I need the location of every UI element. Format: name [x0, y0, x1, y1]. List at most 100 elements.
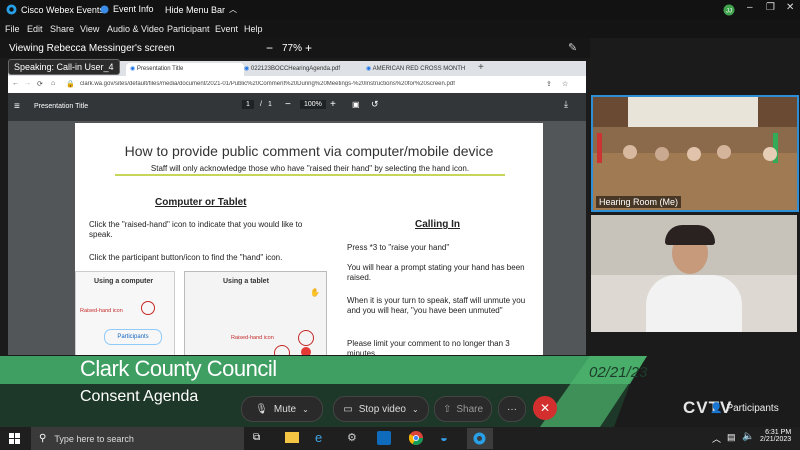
computer-screenshot: Using a computer Raised-hand icon Partic…: [75, 271, 175, 355]
right-instruction-1: Press *3 to "raise your hand": [347, 243, 450, 252]
slide-heading: How to provide public comment via comput…: [124, 143, 494, 159]
chrome-icon[interactable]: [409, 431, 423, 445]
raised-hand-label: Raised-hand icon: [80, 308, 123, 314]
webex-taskbar-icon: [473, 432, 486, 445]
avatar[interactable]: JJ: [723, 4, 735, 16]
outlook-icon[interactable]: [377, 431, 391, 445]
globe-icon: ◉: [130, 66, 136, 72]
browser-tab-agenda[interactable]: ◉ 022123BOCCHearingAgenda.pdf: [240, 63, 366, 76]
left-column-title: Computer or Tablet: [155, 197, 247, 208]
download-icon[interactable]: ⤓: [564, 99, 568, 110]
menu-bar: File Edit Share View Audio & Video Parti…: [0, 20, 800, 38]
event-info-button[interactable]: Event Info: [100, 4, 154, 14]
mute-button[interactable]: 🎙 Mute ⌄: [241, 396, 323, 422]
chevron-down-icon: ⌄: [302, 404, 309, 414]
menu-share[interactable]: Share: [50, 24, 74, 34]
edge-icon-2[interactable]: ◒: [440, 430, 448, 445]
hide-menu-bar-button[interactable]: Hide Menu Bar ︿: [165, 4, 237, 15]
tray-clock[interactable]: 6:31 PM 2/21/2023: [760, 429, 791, 443]
menu-edit[interactable]: Edit: [27, 24, 43, 34]
close-icon[interactable]: ✕: [786, 2, 794, 13]
pdf-zoom-in-button[interactable]: +: [330, 99, 336, 110]
task-view-icon[interactable]: ⧉: [253, 432, 260, 443]
browser-tab-presentation[interactable]: ◉ Presentation Title: [126, 63, 244, 76]
webex-logo-icon: [6, 4, 17, 15]
participants-icon: 👤: [710, 403, 723, 414]
webex-taskbar-item[interactable]: [467, 428, 493, 449]
zoom-in-button[interactable]: +: [305, 41, 312, 55]
share-icon: ⇧: [442, 403, 452, 415]
bookmark-star-icon[interactable]: ☆: [562, 80, 568, 88]
fit-page-icon[interactable]: ▣: [352, 100, 360, 109]
speaking-indicator: Speaking: Call-in User_4: [8, 59, 120, 75]
windows-start-icon[interactable]: [9, 433, 20, 444]
menu-file[interactable]: File: [5, 24, 20, 34]
pdf-zoom-level[interactable]: 100%: [300, 100, 326, 109]
taskbar-search-box[interactable]: ⚲ Type here to search: [31, 427, 244, 450]
participants-button[interactable]: 👤 Participants: [710, 403, 779, 414]
menu-participant[interactable]: Participant: [167, 24, 210, 34]
flag-left: [597, 133, 602, 163]
person-3: [687, 147, 701, 161]
tray-chevron-icon[interactable]: ︿: [712, 432, 721, 445]
reload-icon[interactable]: ⟳: [37, 80, 43, 88]
viewing-label: Viewing Rebecca Messinger's screen: [9, 43, 175, 54]
volume-icon[interactable]: 🔈: [742, 431, 754, 442]
page-separator: /: [260, 101, 262, 108]
pdf-title: Presentation Title: [34, 103, 89, 110]
browser-tab-red-cross[interactable]: ◉ AMERICAN RED CROSS MONTH: [362, 63, 482, 76]
pen-icon[interactable]: ✎: [568, 41, 577, 54]
left-instruction-1: Click the "raised-hand" icon to indicate…: [89, 220, 303, 239]
network-icon[interactable]: ▤: [727, 432, 736, 443]
person-5: [763, 147, 777, 161]
svg-text:JJ: JJ: [726, 9, 732, 15]
rotate-icon[interactable]: ↺: [371, 99, 379, 110]
search-icon: ⚲: [39, 433, 47, 444]
end-meeting-button[interactable]: ✕: [533, 396, 557, 420]
menu-view[interactable]: View: [80, 24, 99, 34]
menu-event[interactable]: Event: [215, 24, 238, 34]
speaker-shirt: [646, 275, 742, 332]
address-bar: ← → ⟳ ⌂ 🔒 clark.wa.gov/sites/default/fil…: [8, 76, 586, 94]
pdf-menu-icon[interactable]: ≡: [14, 101, 20, 112]
pdf-toolbar: ≡ Presentation Title 1 / 1 − 100% + ▣ ↺ …: [8, 93, 586, 121]
menu-audio-video[interactable]: Audio & Video: [107, 24, 164, 34]
url-field[interactable]: clark.wa.gov/sites/default/files/media/d…: [80, 81, 520, 87]
home-icon[interactable]: ⌂: [51, 80, 55, 87]
right-instruction-2: You will hear a prompt stating your hand…: [347, 263, 525, 282]
forward-icon[interactable]: →: [24, 80, 31, 87]
subheading-underline: [115, 174, 505, 176]
video-tile-hearing-room[interactable]: Hearing Room (Me): [591, 95, 799, 212]
speaker-hair: [665, 225, 715, 245]
lock-icon: 🔒: [66, 81, 75, 88]
raised-hand-label-2: Raised-hand icon: [231, 335, 274, 341]
new-tab-button[interactable]: +: [478, 62, 484, 73]
share-page-icon[interactable]: ⇪: [546, 80, 552, 88]
zoom-level: 77%: [282, 43, 303, 54]
pdf-zoom-out-button[interactable]: −: [285, 99, 291, 110]
minimize-icon[interactable]: –: [747, 2, 753, 13]
edge-browser-icon[interactable]: e: [315, 430, 322, 445]
app-title-bar: Cisco Webex Events Event Info Hide Menu …: [0, 0, 800, 20]
maximize-icon[interactable]: ❐: [766, 2, 775, 13]
slide-subheading: Staff will only acknowledge those who ha…: [150, 164, 470, 173]
menu-help[interactable]: Help: [244, 24, 263, 34]
person-1: [623, 145, 637, 159]
share-button[interactable]: ⇧ Share: [434, 396, 492, 422]
page-total: 1: [268, 101, 272, 108]
more-options-button[interactable]: ···: [498, 396, 526, 422]
file-explorer-icon[interactable]: [285, 432, 299, 443]
zoom-out-button[interactable]: −: [266, 41, 273, 55]
video-label-hearing-room: Hearing Room (Me): [596, 196, 682, 208]
settings-gear-icon[interactable]: ⚙: [347, 431, 357, 444]
tablet-screenshot: Using a tablet ✋ Raised-hand icon: [184, 271, 327, 355]
pdf-page: How to provide public comment via comput…: [75, 123, 543, 355]
video-tile-speaker[interactable]: [591, 215, 797, 332]
app-name: Cisco Webex Events: [6, 4, 104, 15]
page-number-input[interactable]: 1: [242, 100, 254, 109]
chevron-up-icon: ︿: [229, 5, 238, 14]
chevron-down-icon: ⌄: [412, 404, 419, 414]
back-icon[interactable]: ←: [12, 80, 19, 87]
stop-video-button[interactable]: ▭ Stop video ⌄: [333, 396, 429, 422]
pdf-viewer: How to provide public comment via comput…: [8, 121, 586, 355]
